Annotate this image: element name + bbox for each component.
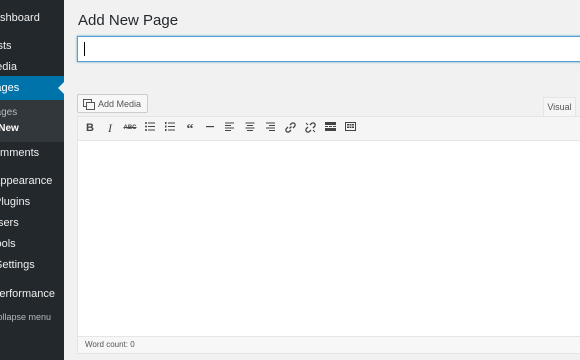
horizontal-line-icon[interactable] xyxy=(203,122,217,135)
menu-item-pages[interactable]: Pages xyxy=(0,76,64,100)
bulleted-list-icon[interactable] xyxy=(143,122,157,135)
align-right-icon[interactable] xyxy=(263,122,277,135)
content-editor[interactable]: B I ABC “ Word count: 0 xyxy=(77,116,580,354)
media-icon xyxy=(83,99,95,110)
page-title-input[interactable] xyxy=(77,36,580,62)
bold-icon[interactable]: B xyxy=(83,122,97,135)
italic-icon[interactable]: I xyxy=(103,122,117,135)
remove-link-icon[interactable] xyxy=(303,122,317,135)
menu-item-media[interactable]: Media xyxy=(0,60,17,74)
add-media-button[interactable]: Add Media xyxy=(77,94,149,113)
menu-item-plugins[interactable]: Plugins xyxy=(0,195,30,209)
menu-item-appearance[interactable]: Appearance xyxy=(0,174,52,188)
numbered-list-icon[interactable] xyxy=(163,122,177,135)
tab-visual[interactable]: Visual xyxy=(543,97,576,116)
menu-item-comments[interactable]: Comments xyxy=(0,146,39,160)
menu-item-tools[interactable]: Tools xyxy=(0,237,16,251)
add-media-label: Add Media xyxy=(98,98,142,109)
editor-statusbar: Word count: 0 xyxy=(78,336,580,353)
page-title: Add New Page xyxy=(78,12,179,29)
blockquote-icon[interactable]: “ xyxy=(183,122,197,137)
align-left-icon[interactable] xyxy=(223,122,237,135)
submenu-all-pages[interactable]: All Pages xyxy=(0,106,17,120)
pages-submenu: All Pages Add New xyxy=(0,100,64,142)
insert-link-icon[interactable] xyxy=(283,122,297,135)
align-center-icon[interactable] xyxy=(243,122,257,135)
editor-toolbar: B I ABC “ xyxy=(78,117,580,141)
submenu-add-new[interactable]: Add New xyxy=(0,122,19,136)
menu-item-users[interactable]: Users xyxy=(0,216,19,230)
text-caret xyxy=(84,42,85,56)
collapse-menu-button[interactable]: Collapse menu xyxy=(0,310,51,324)
menu-item-performance[interactable]: Performance xyxy=(0,287,55,301)
menu-item-posts[interactable]: Posts xyxy=(0,39,12,53)
toolbar-toggle-icon[interactable] xyxy=(343,122,357,135)
read-more-tag-icon[interactable] xyxy=(323,122,337,135)
menu-item-dashboard[interactable]: Dashboard xyxy=(0,11,40,25)
menu-item-settings[interactable]: Settings xyxy=(0,258,35,272)
menu-item-pages-label[interactable]: Pages xyxy=(0,81,19,95)
admin-sidebar: Dashboard Posts Media Pages All Pages Ad… xyxy=(0,0,64,360)
word-count: Word count: 0 xyxy=(85,340,135,349)
strikethrough-icon[interactable]: ABC xyxy=(123,122,137,135)
